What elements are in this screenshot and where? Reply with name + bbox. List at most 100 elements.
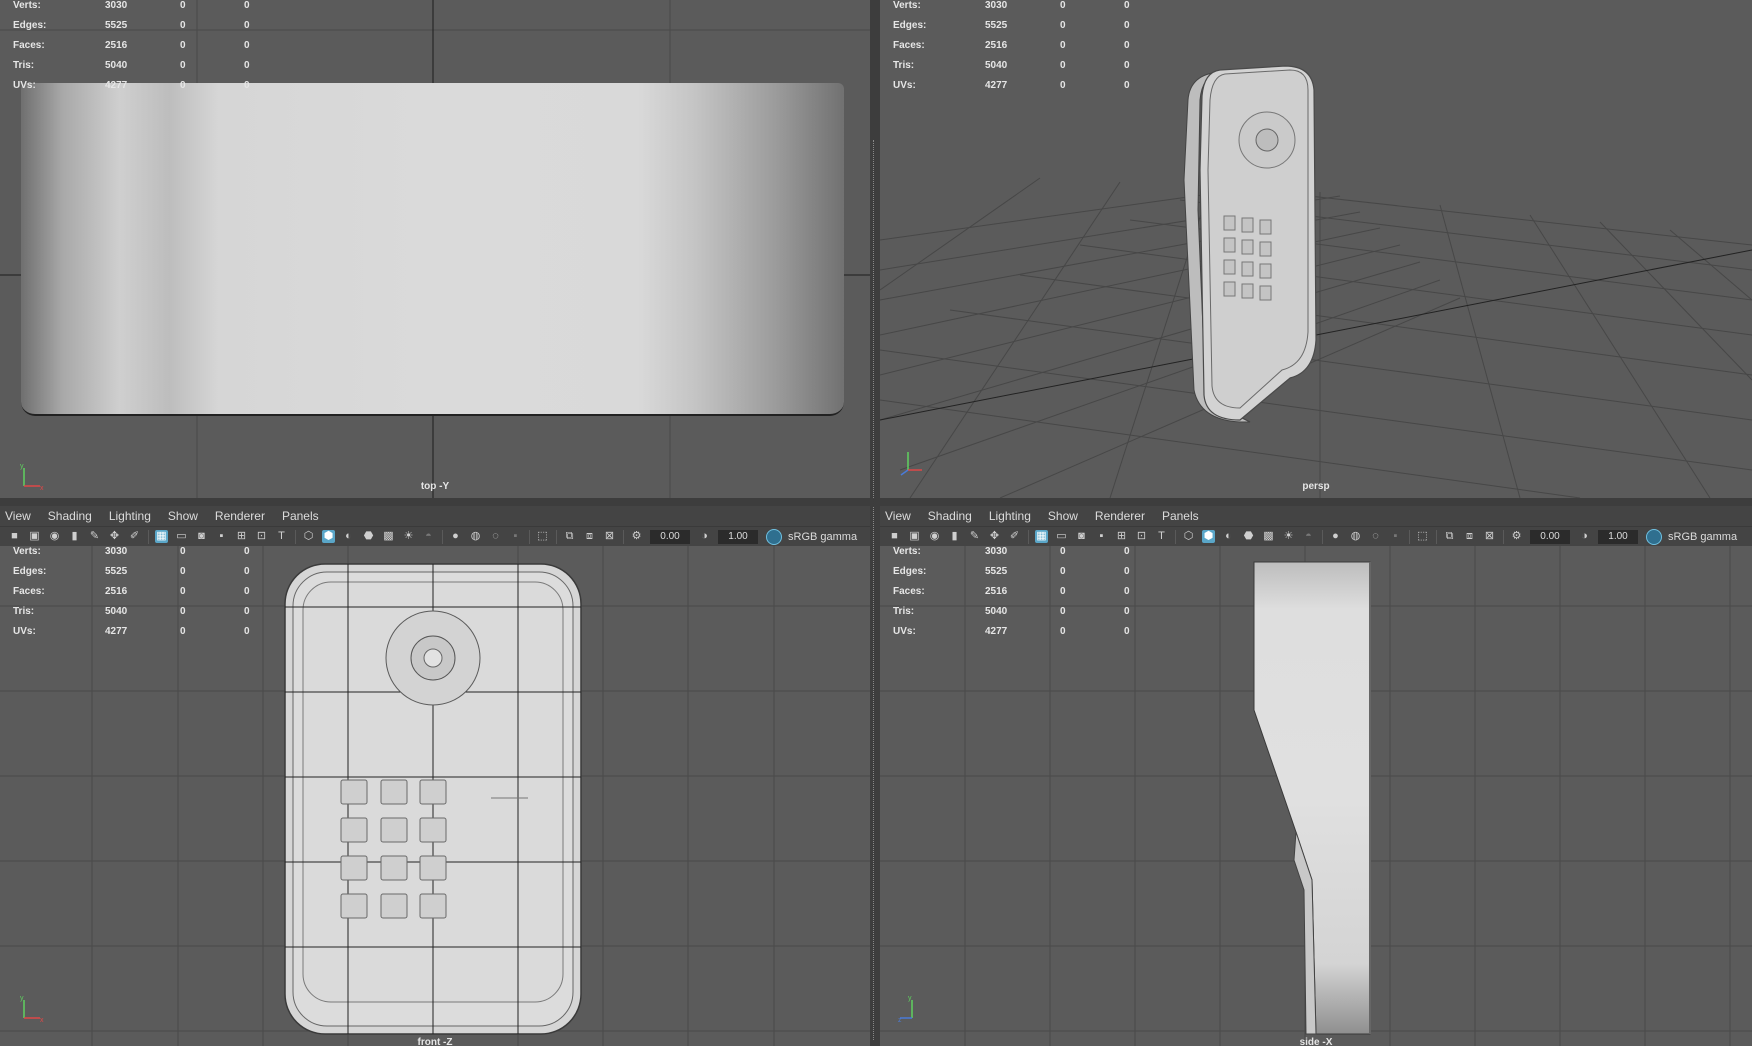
stat-label: UVs:: [13, 80, 36, 91]
stat-value: 0: [1124, 626, 1130, 637]
axis-gizmo-icon: yx: [20, 995, 44, 1024]
stat-label: UVs:: [13, 626, 36, 637]
stat-value: 5525: [105, 566, 128, 577]
stat-value: 0: [1124, 566, 1130, 577]
stat-label: Tris:: [13, 60, 35, 71]
stat-value: 0: [1124, 546, 1130, 557]
device-top-shape: [21, 83, 844, 416]
stat-value: 2516: [985, 40, 1008, 51]
stat-value: 0: [1060, 546, 1066, 557]
stat-value: 0: [1124, 0, 1130, 11]
viewport-top[interactable]: Verts: 3030 0 0 Edges: 5525 0 0 Faces: 2516 0 0 T…: [0, 0, 870, 498]
stat-value: 0: [1060, 40, 1066, 51]
stat-label: Verts:: [13, 0, 41, 11]
stat-value: 0: [1060, 20, 1066, 31]
stat-label: Tris:: [893, 606, 915, 617]
poly-count-hud: Verts: 3030 0 0 Edges: 5525 0 0 Faces: 2516 0 0 T…: [13, 0, 264, 100]
stat-value: 2516: [985, 586, 1008, 597]
stat-label: Edges:: [893, 566, 927, 577]
stat-value: 0: [244, 80, 250, 91]
stat-value: 0: [1060, 80, 1066, 91]
stat-value: 0: [180, 566, 186, 577]
stat-value: 0: [180, 60, 186, 71]
device-perspective-model: [1183, 65, 1317, 423]
stat-value: 0: [1060, 0, 1066, 11]
stat-value: 0: [1124, 606, 1130, 617]
stat-value: 0: [180, 80, 186, 91]
stat-value: 0: [1124, 80, 1130, 91]
stat-value: 3030: [105, 546, 128, 557]
stat-value: 2516: [105, 586, 128, 597]
stat-value: 5040: [105, 606, 128, 617]
poly-count-hud: Verts: 3030 0 0 Edges: 5525 0 0 Faces: 2516 0 0 T…: [13, 546, 264, 646]
stat-label: Faces:: [893, 586, 925, 597]
svg-text:z: z: [898, 1017, 902, 1024]
stat-value: 5040: [985, 60, 1008, 71]
stat-label: Tris:: [13, 606, 35, 617]
stat-value: 4277: [105, 80, 128, 91]
stat-label: Faces:: [893, 40, 925, 51]
stat-label: Edges:: [13, 566, 47, 577]
axis-gizmo-icon: yz: [898, 995, 913, 1024]
stat-label: UVs:: [893, 80, 916, 91]
stat-label: Tris:: [893, 60, 915, 71]
stat-value: 0: [1124, 20, 1130, 31]
device-front-model: [284, 563, 582, 1035]
stat-label: Verts:: [13, 546, 41, 557]
stat-value: 3030: [985, 0, 1008, 11]
camera-label: top -Y: [420, 481, 450, 492]
stat-value: 0: [180, 606, 186, 617]
stat-label: Edges:: [13, 20, 47, 31]
poly-count-hud: Verts: 3030 0 0 Edges: 5525 0 0 Faces: 2516 0 0 T…: [893, 0, 1144, 100]
stat-value: 5040: [105, 60, 128, 71]
svg-text:y: y: [908, 995, 912, 1002]
stat-value: 0: [1060, 586, 1066, 597]
stat-value: 3030: [985, 546, 1008, 557]
stat-value: 4277: [985, 80, 1008, 91]
stat-label: UVs:: [893, 626, 916, 637]
pane-splitter-horizontal[interactable]: [0, 498, 1752, 506]
stat-value: 0: [244, 566, 250, 577]
stat-label: Verts:: [893, 546, 921, 557]
stat-value: 0: [1060, 606, 1066, 617]
stat-value: 0: [180, 0, 186, 11]
stat-value: 5525: [985, 20, 1008, 31]
stat-value: 0: [244, 626, 250, 637]
stat-value: 0: [180, 626, 186, 637]
stat-value: 2516: [105, 40, 128, 51]
stat-value: 0: [1060, 626, 1066, 637]
stat-value: 0: [1124, 40, 1130, 51]
svg-text:x: x: [40, 1017, 44, 1024]
stat-value: 4277: [105, 626, 128, 637]
stat-value: 4277: [985, 626, 1008, 637]
svg-text:y: y: [20, 995, 24, 1002]
pane-splitter-vertical[interactable]: [870, 0, 880, 1046]
stat-label: Faces:: [13, 40, 45, 51]
stat-value: 0: [1124, 586, 1130, 597]
stat-value: 0: [180, 546, 186, 557]
stat-value: 0: [244, 40, 250, 51]
camera-label: front -Z: [417, 1037, 453, 1046]
stat-value: 0: [244, 60, 250, 71]
viewport-persp[interactable]: Verts: 3030 0 0 Edges: 5525 0 0 Faces: 2516 0 0 T…: [880, 0, 1752, 498]
stat-label: Verts:: [893, 0, 921, 11]
camera-label: persp: [1302, 481, 1330, 492]
camera-label: side -X: [1299, 1037, 1333, 1046]
viewport-front[interactable]: View Shading Lighting Show Renderer Pane…: [0, 506, 870, 1046]
poly-count-hud: Verts: 3030 0 0 Edges: 5525 0 0 Faces: 2516 0 0 T…: [893, 546, 1144, 646]
stat-value: 0: [244, 0, 250, 11]
stat-value: 5525: [105, 20, 128, 31]
stat-value: 0: [180, 40, 186, 51]
stat-value: 0: [1124, 60, 1130, 71]
axis-gizmo-icon: [900, 452, 922, 476]
stat-value: 0: [180, 20, 186, 31]
stat-value: 0: [1060, 566, 1066, 577]
device-side-model: [1253, 561, 1371, 1035]
stat-value: 3030: [105, 0, 128, 11]
stat-value: 0: [244, 606, 250, 617]
stat-value: 5040: [985, 606, 1008, 617]
stat-value: 0: [244, 546, 250, 557]
viewport-side[interactable]: View Shading Lighting Show Renderer Pane…: [880, 506, 1752, 1046]
stat-value: 0: [244, 586, 250, 597]
svg-text:y: y: [20, 463, 24, 470]
